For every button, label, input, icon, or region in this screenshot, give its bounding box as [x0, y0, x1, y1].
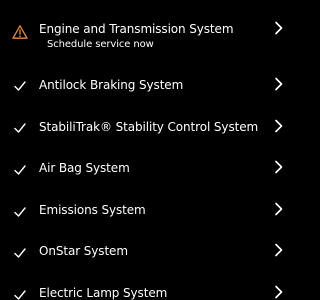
list-item-subtitle: Schedule service now [47, 39, 154, 50]
check-icon [14, 81, 26, 91]
chevron-right-icon [275, 243, 283, 257]
chevron-right-icon [275, 160, 283, 174]
check-icon [14, 165, 26, 175]
list-item-electric-lamp[interactable]: Electric Lamp System [0, 272, 300, 300]
chevron-right-icon [275, 21, 283, 35]
list-item-stabilitrak[interactable]: StabiliTrak® Stability Control System [0, 106, 300, 148]
list-item-emissions[interactable]: Emissions System [0, 189, 300, 231]
list-item-onstar[interactable]: OnStar System [0, 231, 300, 273]
list-item-antilock-braking[interactable]: Antilock Braking System [0, 64, 300, 106]
chevron-right-icon [275, 119, 283, 133]
check-icon [14, 290, 26, 300]
check-icon [14, 207, 26, 217]
warning-triangle-icon [12, 25, 28, 39]
diagnostics-list: Engine and Transmission System Schedule … [0, 0, 300, 300]
chevron-right-icon [275, 285, 283, 299]
list-item-title: Engine and Transmission System [39, 22, 234, 36]
list-item-title: Antilock Braking System [39, 78, 184, 92]
list-item-title: Electric Lamp System [39, 286, 168, 300]
list-item-engine-transmission[interactable]: Engine and Transmission System Schedule … [0, 14, 300, 56]
list-item-title: Air Bag System [39, 161, 130, 175]
check-icon [14, 248, 26, 258]
chevron-right-icon [275, 77, 283, 91]
list-item-title: OnStar System [39, 244, 128, 258]
check-icon [14, 123, 26, 133]
list-item-title: Emissions System [39, 203, 146, 217]
list-item-title: StabiliTrak® Stability Control System [39, 120, 259, 134]
list-item-air-bag[interactable]: Air Bag System [0, 148, 300, 190]
chevron-right-icon [275, 202, 283, 216]
